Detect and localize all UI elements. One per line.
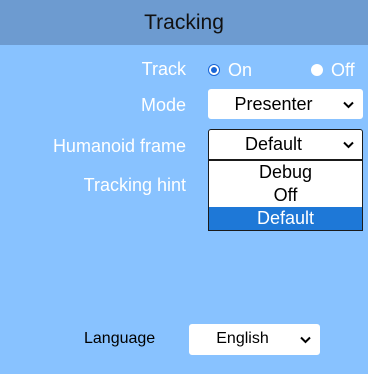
dropdown-option-default[interactable]: Default <box>209 207 362 230</box>
tracking-panel: Tracking Track On Off Mode Presenter Hum… <box>0 0 368 374</box>
track-option-on-label: On <box>228 59 253 80</box>
language-select[interactable]: English <box>189 324 320 355</box>
track-radio-group: On Off <box>208 59 368 81</box>
mode-select[interactable]: Presenter <box>208 89 363 119</box>
humanoid-frame-select-value: Default <box>244 134 303 154</box>
track-option-off[interactable]: Off <box>311 59 355 81</box>
chevron-down-icon <box>343 130 354 158</box>
radio-checked-icon[interactable] <box>208 64 220 76</box>
radio-unchecked-icon[interactable] <box>311 64 323 76</box>
chevron-down-icon <box>300 325 311 353</box>
humanoid-frame-select[interactable]: Default <box>208 129 363 160</box>
track-option-on[interactable]: On <box>208 59 252 81</box>
track-option-off-label: Off <box>331 59 355 80</box>
language-select-value: English <box>216 330 269 347</box>
tracking-hint-label: Tracking hint <box>83 175 186 195</box>
humanoid-frame-label: Humanoid frame <box>52 136 186 156</box>
language-label: Language <box>84 330 156 347</box>
panel-header: Tracking <box>0 0 368 45</box>
mode-label: Mode <box>140 95 186 115</box>
dropdown-option-debug[interactable]: Debug <box>209 161 362 184</box>
track-label: Track <box>141 59 186 79</box>
chevron-down-icon <box>343 90 354 118</box>
mode-select-value: Presenter <box>234 94 313 114</box>
dropdown-option-off[interactable]: Off <box>209 184 362 207</box>
panel-title: Tracking <box>144 11 224 34</box>
humanoid-frame-dropdown: Debug Off Default <box>208 160 363 231</box>
